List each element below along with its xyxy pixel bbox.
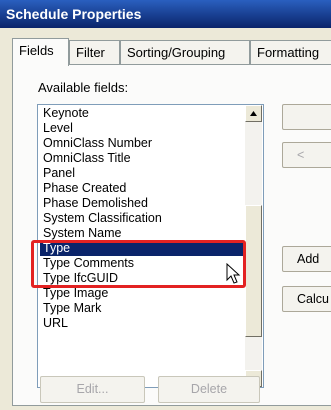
add-parameter-button[interactable]: Add: [282, 246, 331, 272]
list-item[interactable]: OmniClass Title: [40, 151, 245, 166]
list-item[interactable]: Phase Demolished: [40, 196, 245, 211]
list-item[interactable]: OmniClass Number: [40, 136, 245, 151]
list-item[interactable]: Type Mark: [40, 301, 245, 316]
scroll-up-button[interactable]: [245, 105, 262, 122]
list-item[interactable]: Type Image: [40, 286, 245, 301]
schedule-properties-dialog: Schedule Properties Fields Filter Sortin…: [0, 0, 331, 410]
tab-fields[interactable]: Fields: [12, 38, 69, 66]
mouse-pointer-icon: [226, 263, 241, 284]
list-item[interactable]: Keynote: [40, 106, 245, 121]
available-fields-label: Available fields:: [38, 80, 129, 95]
dialog-title: Schedule Properties: [6, 6, 142, 22]
tab-formatting[interactable]: Formatting: [250, 40, 331, 64]
vertical-scrollbar[interactable]: [245, 105, 262, 387]
delete-button[interactable]: Delete: [158, 376, 260, 403]
scrollbar-thumb[interactable]: [245, 205, 262, 337]
list-item[interactable]: System Name: [40, 226, 245, 241]
list-item[interactable]: URL: [40, 316, 245, 331]
tab-filter[interactable]: Filter: [69, 40, 120, 64]
calculated-value-button[interactable]: Calcu: [282, 286, 331, 312]
list-item[interactable]: Level: [40, 121, 245, 136]
edit-button[interactable]: Edit...: [40, 376, 145, 403]
title-bar: Schedule Properties: [0, 0, 331, 28]
annotation-highlight-box: [31, 240, 246, 288]
remove-field-button[interactable]: <: [282, 142, 331, 168]
scroll-up-arrow-icon: [250, 111, 257, 116]
list-item[interactable]: Phase Created: [40, 181, 245, 196]
add-field-button[interactable]: [282, 104, 331, 130]
list-item[interactable]: System Classification: [40, 211, 245, 226]
list-item[interactable]: Panel: [40, 166, 245, 181]
tab-sorting-grouping[interactable]: Sorting/Grouping: [120, 40, 250, 64]
